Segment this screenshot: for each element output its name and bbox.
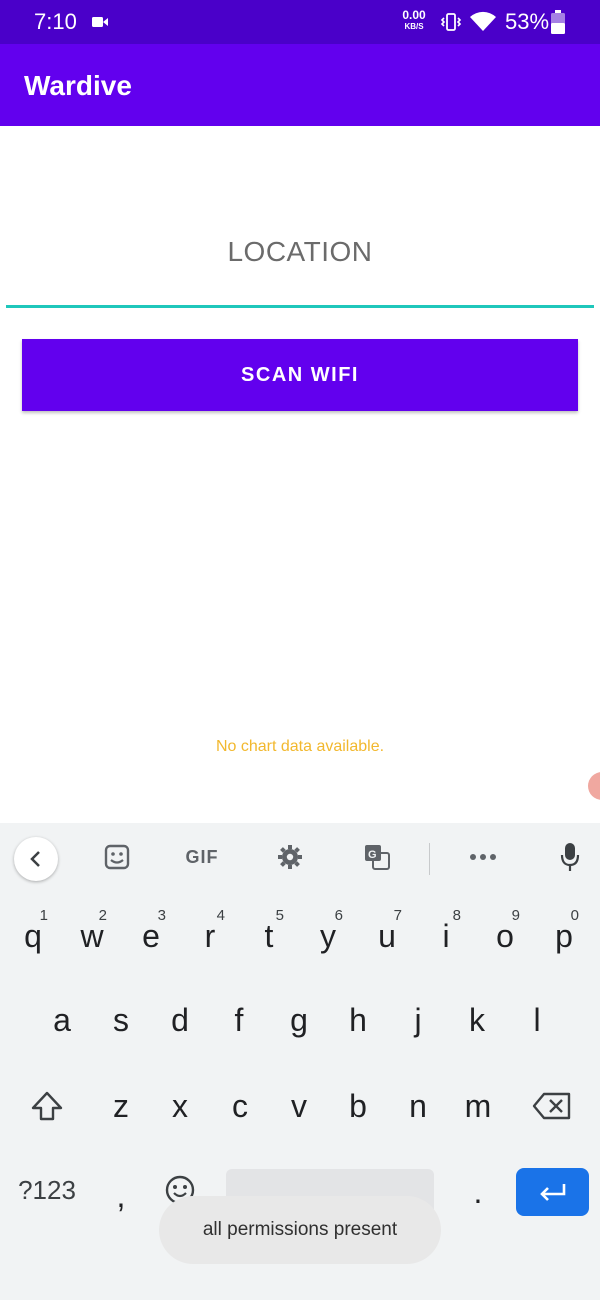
app-bar: Wardive [0,44,600,126]
key-label: g [290,1001,308,1038]
sticker-icon[interactable] [101,841,133,873]
backspace-icon [532,1092,571,1120]
key-label: h [349,1001,367,1038]
key-label: v [291,1087,307,1124]
key-hint: 7 [393,907,402,924]
key-q[interactable]: q1 [4,901,62,971]
key-hint: 5 [275,907,284,924]
key-label: d [171,1001,189,1038]
enter-key[interactable] [516,1168,589,1216]
key-a[interactable]: a [33,985,91,1055]
key-label: l [533,1001,541,1038]
key-hint: 0 [570,907,579,924]
app-title: Wardive [24,70,132,101]
key-l[interactable]: l [508,985,566,1055]
key-label: s [113,1001,129,1038]
key-label: b [349,1087,367,1124]
battery-icon [551,10,565,34]
key-hint: 6 [334,907,343,924]
key-hint: 8 [452,907,461,924]
key-hint: 9 [511,907,520,924]
key-f[interactable]: f [210,985,268,1055]
key-m[interactable]: m [449,1071,507,1141]
key-t[interactable]: t5 [240,901,298,971]
symbols-key[interactable]: ?123 [10,1155,84,1225]
key-label: k [469,1001,485,1038]
scan-wifi-button[interactable]: SCAN WIFI [22,339,578,411]
network-speed-unit: KB/S [404,22,424,31]
key-s[interactable]: s [92,985,150,1055]
backspace-key[interactable] [523,1071,581,1141]
key-h[interactable]: h [329,985,387,1055]
key-label: n [409,1087,427,1124]
shift-key[interactable] [18,1071,76,1141]
key-label: m [464,1087,492,1124]
key-label: j [414,1001,422,1038]
comma-key[interactable]: , [92,1161,150,1231]
key-label: i [442,917,450,954]
key-label: x [172,1087,188,1124]
network-speed-value: 0.00 [402,8,426,22]
back-chevron-button[interactable] [14,837,58,881]
battery-percent: 53% [505,9,550,34]
key-label: z [113,1087,129,1124]
translate-icon[interactable]: G [361,841,393,873]
key-c[interactable]: c [211,1071,269,1141]
key-r[interactable]: r4 [181,901,239,971]
vibrate-icon [440,13,462,31]
floating-bubble[interactable] [588,772,600,800]
key-e[interactable]: e3 [122,901,180,971]
enter-arrow-icon [539,1184,565,1201]
location-input[interactable] [6,190,594,308]
key-v[interactable]: v [270,1071,328,1141]
wifi-icon [470,11,496,31]
chevron-left-icon [30,851,40,867]
key-hint: 4 [216,907,225,924]
key-u[interactable]: u7 [358,901,416,971]
key-z[interactable]: z [92,1071,150,1141]
key-x[interactable]: x [151,1071,209,1141]
svg-text:G: G [368,849,377,861]
key-label: . [473,1173,483,1210]
key-i[interactable]: i8 [417,901,475,971]
key-hint: 3 [157,907,166,924]
microphone-icon[interactable] [554,841,586,873]
key-o[interactable]: o9 [476,901,534,971]
key-label: f [234,1001,244,1038]
status-time: 7:10 [34,9,77,34]
key-hint: 1 [39,907,48,924]
key-b[interactable]: b [329,1071,387,1141]
key-p[interactable]: p0 [535,901,593,971]
gif-button[interactable]: GIF [181,841,223,873]
key-label: y [320,917,336,954]
period-key[interactable]: . [449,1157,507,1227]
key-label: a [53,1001,71,1038]
key-label: , [116,1177,126,1214]
keyboard-toolbar: GIF G [0,823,600,893]
video-icon [92,17,108,27]
status-bar: 7:10 0.00 KB/S 53% [0,0,600,44]
key-label: r [204,917,216,954]
settings-gear-icon[interactable] [274,841,306,873]
toolbar-divider [429,843,430,875]
shift-arrow-icon [31,1091,63,1121]
chart-empty-message: No chart data available. [215,738,385,755]
key-hint: 2 [98,907,107,924]
key-g[interactable]: g [270,985,328,1055]
key-k[interactable]: k [448,985,506,1055]
key-label: c [232,1087,248,1124]
key-j[interactable]: j [389,985,447,1055]
key-label: ?123 [18,1174,76,1205]
network-speed: 0.00 KB/S [398,8,430,32]
key-n[interactable]: n [389,1071,447,1141]
key-w[interactable]: w2 [63,901,121,971]
key-y[interactable]: y6 [299,901,357,971]
toast-message: all permissions present [159,1196,441,1264]
gif-label: GIF [185,846,219,867]
key-d[interactable]: d [151,985,209,1055]
key-label: t [264,917,274,954]
more-options-icon[interactable] [467,841,499,873]
